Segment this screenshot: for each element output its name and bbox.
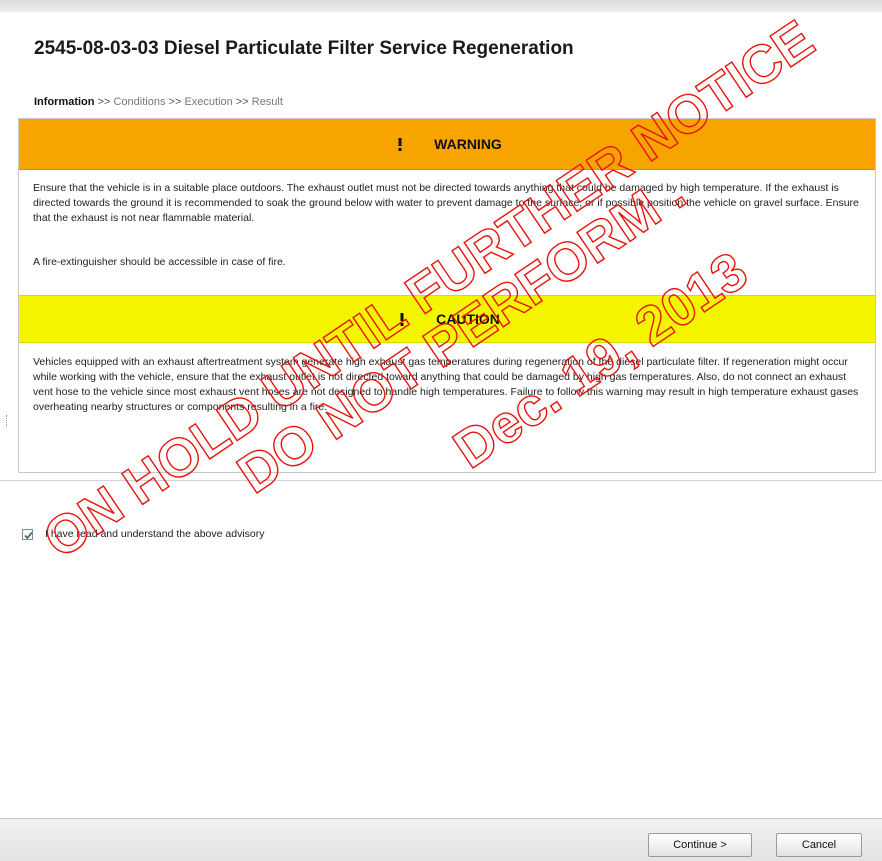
dialog-window: 2545-08-03-03 Diesel Particulate Filter … (0, 0, 882, 861)
caution-banner: CAUTION (19, 295, 875, 343)
breadcrumb-separator: >> (235, 96, 249, 108)
advisory-panel[interactable]: WARNING Ensure that the vehicle is in a … (18, 118, 876, 473)
exclamation-icon (392, 136, 408, 152)
caution-text: Vehicles equipped with an exhaust aftert… (33, 356, 859, 413)
breadcrumb-separator: >> (97, 96, 111, 108)
resize-grip[interactable] (6, 415, 9, 427)
breadcrumb-step-execution: Execution (184, 96, 233, 108)
page-title: 2545-08-03-03 Diesel Particulate Filter … (34, 38, 574, 59)
warning-banner: WARNING (19, 119, 875, 170)
checkmark-icon (24, 531, 33, 539)
warning-fire-extinguisher-text: A fire-extinguisher should be accessible… (33, 256, 286, 268)
breadcrumb: Information >> Conditions >> Execution >… (34, 96, 283, 108)
acknowledge-label: I have read and understand the above adv… (45, 528, 265, 540)
divider (0, 480, 882, 481)
acknowledge-row[interactable]: I have read and understand the above adv… (22, 528, 265, 540)
breadcrumb-step-conditions: Conditions (113, 96, 166, 108)
window-top-strip (0, 0, 882, 12)
exclamation-icon (394, 311, 410, 327)
breadcrumb-separator: >> (168, 96, 182, 108)
warning-heading: WARNING (434, 136, 502, 152)
breadcrumb-step-information: Information (34, 96, 95, 108)
acknowledge-checkbox[interactable] (22, 528, 33, 540)
warning-text: Ensure that the vehicle is in a suitable… (33, 182, 859, 224)
caution-heading: CAUTION (436, 311, 500, 327)
continue-button[interactable]: Continue > (648, 833, 752, 857)
breadcrumb-step-result: Result (251, 96, 283, 108)
cancel-button[interactable]: Cancel (776, 833, 862, 857)
button-bar: Continue > Cancel (0, 818, 882, 861)
